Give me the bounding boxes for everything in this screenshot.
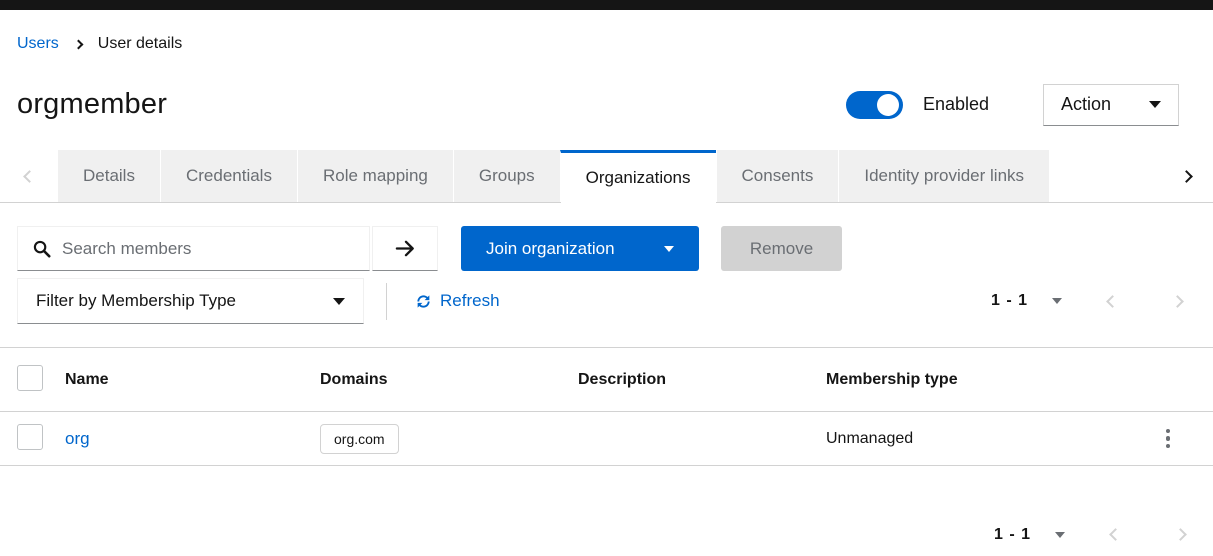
chevron-left-icon <box>1106 294 1119 308</box>
masthead <box>0 0 1213 10</box>
chevron-down-icon <box>1149 101 1161 108</box>
tab-scroll-left-button[interactable] <box>0 150 58 202</box>
tab-label: Details <box>83 166 135 185</box>
column-header-domains: Domains <box>320 370 388 388</box>
remove-label: Remove <box>749 238 814 258</box>
tab-label: Identity provider links <box>864 166 1025 185</box>
breadcrumb-separator-icon <box>73 39 84 49</box>
pagination-top-prev-button[interactable] <box>1102 288 1123 315</box>
breadcrumb-current: User details <box>97 35 183 52</box>
chevron-down-icon <box>664 245 674 252</box>
table-header-row: Name Domains Description Membership type <box>0 348 1213 412</box>
pagination-range: 1 - 1 <box>990 292 1028 309</box>
page-title: orgmember <box>17 88 168 120</box>
tab-bar: Details Credentials Role mapping Groups … <box>0 150 1213 203</box>
column-header-name: Name <box>65 370 109 388</box>
chevron-left-icon <box>1109 528 1122 541</box>
cell-domains: org.com <box>320 423 578 454</box>
select-all-checkbox[interactable] <box>17 364 43 391</box>
tab-label: Consents <box>741 166 814 185</box>
refresh-button[interactable]: Refresh <box>415 291 500 311</box>
organization-link[interactable]: org <box>65 429 90 448</box>
chevron-down-icon <box>1052 298 1062 304</box>
search-submit-button[interactable] <box>372 226 438 271</box>
cell-membership-type: Unmanaged <box>826 429 914 447</box>
chevron-down-icon <box>333 297 345 305</box>
column-header-description: Description <box>578 370 667 388</box>
organizations-tab-panel: Join organization Remove Filter by Membe… <box>0 226 1213 324</box>
pagination-top: 1 - 1 <box>991 288 1196 315</box>
members-table: Name Domains Description Membership type… <box>0 347 1213 466</box>
breadcrumb-link-users[interactable]: Users <box>17 35 59 53</box>
tabs: Details Credentials Role mapping Groups … <box>58 150 1050 203</box>
membership-type-filter-label: Filter by Membership Type <box>36 291 236 310</box>
refresh-label: Refresh <box>440 291 500 310</box>
join-organization-button[interactable]: Join organization <box>461 226 699 271</box>
tab-label: Role mapping <box>322 166 428 185</box>
membership-type-filter-dropdown[interactable]: Filter by Membership Type <box>17 278 364 324</box>
tab-label: Organizations <box>585 167 691 187</box>
pagination-top-next-button[interactable] <box>1167 288 1188 315</box>
domain-chip: org.com <box>320 423 399 454</box>
refresh-icon <box>417 294 430 308</box>
pagination-bottom-menu-toggle[interactable]: 1 - 1 <box>994 526 1065 544</box>
remove-button[interactable]: Remove <box>721 226 842 271</box>
pagination-bottom: 1 - 1 <box>0 521 1213 548</box>
enabled-toggle-label: Enabled <box>922 94 989 114</box>
chevron-right-icon <box>1180 169 1193 183</box>
toggle-knob-icon <box>876 93 899 116</box>
column-header-membership-type: Membership type <box>826 370 958 388</box>
kebab-icon <box>1165 428 1171 434</box>
cell-name: org <box>65 429 320 449</box>
pagination-bottom-next-button[interactable] <box>1170 521 1191 548</box>
tab-label: Groups <box>478 166 535 185</box>
tab-role-mapping[interactable]: Role mapping <box>296 150 453 202</box>
page-header: orgmember Enabled Action <box>0 54 1213 127</box>
chevron-right-icon <box>1174 528 1187 541</box>
search-icon <box>33 240 51 257</box>
tab-organizations[interactable]: Organizations <box>559 150 716 203</box>
pagination-range: 1 - 1 <box>993 525 1031 543</box>
tab-consents[interactable]: Consents <box>715 150 839 202</box>
toolbar-divider <box>386 282 387 320</box>
join-organization-label: Join organization <box>486 238 615 258</box>
search-members-box <box>17 226 370 271</box>
chevron-right-icon <box>1171 294 1184 308</box>
breadcrumb: Users User details <box>0 10 1213 54</box>
row-kebab-menu-button[interactable] <box>1156 423 1181 455</box>
tab-groups[interactable]: Groups <box>452 150 560 202</box>
tab-identity-provider-links[interactable]: Identity provider links <box>838 150 1050 202</box>
enabled-toggle[interactable] <box>845 90 903 119</box>
pagination-top-menu-toggle[interactable]: 1 - 1 <box>991 292 1062 310</box>
pagination-bottom-prev-button[interactable] <box>1105 521 1126 548</box>
filter-toolbar: Filter by Membership Type Refresh 1 - 1 <box>17 278 1196 324</box>
row-select-checkbox[interactable] <box>17 423 43 450</box>
header-actions: Enabled Action <box>845 83 1179 126</box>
members-toolbar: Join organization Remove <box>17 226 1196 271</box>
tab-details[interactable]: Details <box>58 150 160 202</box>
chevron-left-icon <box>22 169 36 183</box>
table-row: org org.com Unmanaged <box>0 412 1213 466</box>
action-dropdown[interactable]: Action <box>1043 83 1179 126</box>
action-dropdown-label: Action <box>1061 94 1112 114</box>
chevron-down-icon <box>1055 531 1065 538</box>
arrow-right-icon <box>395 240 414 257</box>
tab-label: Credentials <box>185 166 272 185</box>
tab-scroll-right-button[interactable] <box>1160 150 1213 202</box>
search-members-input[interactable] <box>62 238 369 259</box>
tab-credentials[interactable]: Credentials <box>159 150 297 202</box>
